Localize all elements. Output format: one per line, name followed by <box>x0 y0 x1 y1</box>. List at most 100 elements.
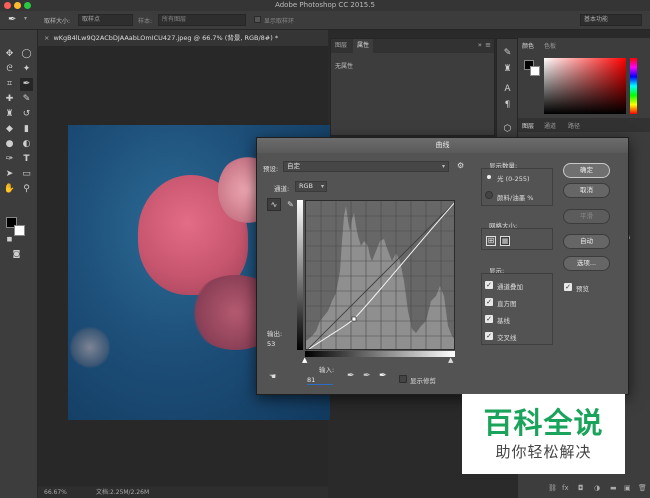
crop-tool-icon[interactable]: ⌗ <box>3 78 16 91</box>
histogram-checkbox[interactable]: ✓ <box>485 298 493 306</box>
tab-swatches[interactable]: 色板 <box>544 41 556 50</box>
tab-color[interactable]: 颜色 <box>522 41 534 50</box>
sample-select[interactable]: 所有图层 <box>158 14 246 26</box>
character-icon[interactable]: A <box>501 83 514 96</box>
sample-size-label: 取样大小: <box>44 18 71 25</box>
pen-tool-icon[interactable]: ✑ <box>3 153 16 166</box>
pencil-draw-icon[interactable]: ✎ <box>284 198 297 211</box>
tab-paths[interactable]: 路径 <box>568 121 580 130</box>
detailed-grid-icon[interactable]: ▦ <box>500 236 510 246</box>
close-tab-icon[interactable]: × <box>44 34 49 42</box>
input-label: 输入: <box>319 366 335 374</box>
white-point-slider[interactable]: ▲ <box>448 356 453 364</box>
fx-icon[interactable]: fx <box>562 484 569 492</box>
curve-point-tool-icon[interactable]: ∿ <box>267 198 281 211</box>
intersection-line-label: 交叉线 <box>497 334 517 342</box>
brush-settings-icon[interactable]: ✎ <box>501 47 514 60</box>
baseline-label: 基线 <box>497 317 510 325</box>
blur-tool-icon[interactable]: ● <box>3 138 16 151</box>
clone-stamp-icon[interactable]: ♜ <box>3 108 16 121</box>
trash-icon[interactable]: 🗑︎ <box>638 484 647 492</box>
smooth-button[interactable]: 平滑 <box>563 209 610 224</box>
show-ring-checkbox[interactable] <box>254 16 261 23</box>
channel-overlays-checkbox[interactable]: ✓ <box>485 281 493 289</box>
tab-layers[interactable]: 图层 <box>522 121 534 130</box>
light-radio[interactable] <box>485 173 493 181</box>
preview-checkbox[interactable]: ✓ <box>564 283 572 291</box>
channel-select[interactable]: RGB ▾ <box>295 181 327 192</box>
document-tab[interactable]: × wKgB4lLw9Q2ACbDJAAabLOmICU427.jpeg @ 66… <box>38 30 328 46</box>
baseline-checkbox[interactable]: ✓ <box>485 315 493 323</box>
tab-channels[interactable]: 通道 <box>544 121 556 130</box>
lasso-tool-icon[interactable]: ᘓ <box>3 63 16 76</box>
workspace-value: 基本功能 <box>584 16 609 23</box>
black-point-slider[interactable]: ▲ <box>302 356 307 364</box>
move-tool-icon[interactable]: ✥ <box>3 48 16 61</box>
curve-endpoint-top[interactable] <box>454 201 455 204</box>
rectangle-tool-icon[interactable]: ▭ <box>20 168 33 181</box>
quick-mask-icon[interactable]: ◙ <box>10 247 23 260</box>
options-button[interactable]: 选项... <box>563 256 610 271</box>
new-layer-icon[interactable]: ▣ <box>624 484 631 492</box>
3d-icon[interactable]: ⬡ <box>501 123 514 136</box>
zoom-tool-icon[interactable]: ⚲ <box>20 183 33 196</box>
link-layers-icon[interactable]: ⛓ <box>548 484 557 492</box>
tab-adjustments[interactable]: 图层 <box>331 39 351 53</box>
ok-button[interactable]: 确定 <box>563 163 610 178</box>
small-jellyfish <box>70 325 110 370</box>
new-group-icon[interactable]: ▬ <box>610 484 617 492</box>
eraser-icon[interactable]: ◆ <box>3 123 16 136</box>
magic-wand-icon[interactable]: ✦ <box>20 63 33 76</box>
dodge-tool-icon[interactable]: ◐ <box>20 138 33 151</box>
panel-menu-icon[interactable]: ≡ <box>485 41 491 49</box>
zoom-window-button[interactable] <box>24 2 31 9</box>
curves-svg[interactable] <box>306 201 455 350</box>
show-clipping-checkbox[interactable] <box>399 375 407 383</box>
history-brush-icon[interactable]: ↺ <box>20 108 33 121</box>
curve-control-point[interactable] <box>351 316 357 322</box>
path-selection-icon[interactable]: ➤ <box>3 168 16 181</box>
workspace-select[interactable]: 基本功能 <box>580 14 642 26</box>
minimize-window-button[interactable] <box>14 2 21 9</box>
adjustment-layer-icon[interactable]: ◑ <box>594 484 600 492</box>
pigment-option-label: 颜料/油墨 % <box>497 194 534 202</box>
chevron-down-icon[interactable]: ▾ <box>24 15 27 22</box>
close-window-button[interactable] <box>4 2 11 9</box>
pigment-radio[interactable] <box>485 191 493 199</box>
paragraph-icon[interactable]: ¶ <box>501 99 514 112</box>
marquee-tool-icon[interactable]: ◯ <box>20 48 33 61</box>
intersection-line-checkbox[interactable]: ✓ <box>485 332 493 340</box>
healing-brush-icon[interactable]: ✚ <box>3 93 16 106</box>
curves-graph[interactable] <box>305 200 455 350</box>
panel-icon-strip: ✎ ♜ A ¶ ⬡ <box>496 38 518 148</box>
simple-grid-icon[interactable]: ⊞ <box>486 236 496 246</box>
eyedropper-tool-icon[interactable]: ✒ <box>20 78 33 91</box>
type-tool-icon[interactable]: T <box>20 153 33 166</box>
preset-select[interactable]: 自定 ▾ <box>283 161 449 172</box>
hand-tool-icon[interactable]: ✋ <box>3 183 16 196</box>
hue-slider[interactable] <box>630 58 637 114</box>
sample-size-select[interactable]: 取样点 <box>78 14 133 26</box>
cancel-button[interactable]: 取消 <box>563 183 610 198</box>
gray-eyedropper-icon[interactable]: ✒ <box>363 371 371 381</box>
black-eyedropper-icon[interactable]: ✒ <box>347 371 355 381</box>
preset-options-gear-icon[interactable]: ⚙︎ <box>457 161 464 170</box>
brush-tool-icon[interactable]: ✎ <box>20 93 33 106</box>
input-gradient-bar <box>305 351 455 357</box>
default-colors-icon[interactable]: ◼ <box>3 233 16 246</box>
clone-source-icon[interactable]: ♜ <box>501 63 514 76</box>
eyedropper-icon[interactable]: ✒ <box>8 14 16 25</box>
panel-collapse-icon[interactable]: » <box>478 41 482 49</box>
add-mask-icon[interactable]: ◘ <box>578 484 584 492</box>
preview-label: 预览 <box>576 285 589 293</box>
targeted-adjustment-icon[interactable]: ☚ <box>269 372 276 381</box>
tab-properties[interactable]: 属性 <box>353 39 374 53</box>
color-field[interactable] <box>544 58 626 114</box>
input-value[interactable]: 81 <box>307 376 333 385</box>
auto-button[interactable]: 自动 <box>563 234 610 249</box>
white-eyedropper-icon[interactable]: ✒ <box>379 371 387 381</box>
background-swatch[interactable] <box>530 66 540 76</box>
dialog-title-bar[interactable]: 曲线 <box>257 138 628 153</box>
gradient-tool-icon[interactable]: ▮ <box>20 123 33 136</box>
output-value[interactable]: 53 <box>267 340 275 348</box>
